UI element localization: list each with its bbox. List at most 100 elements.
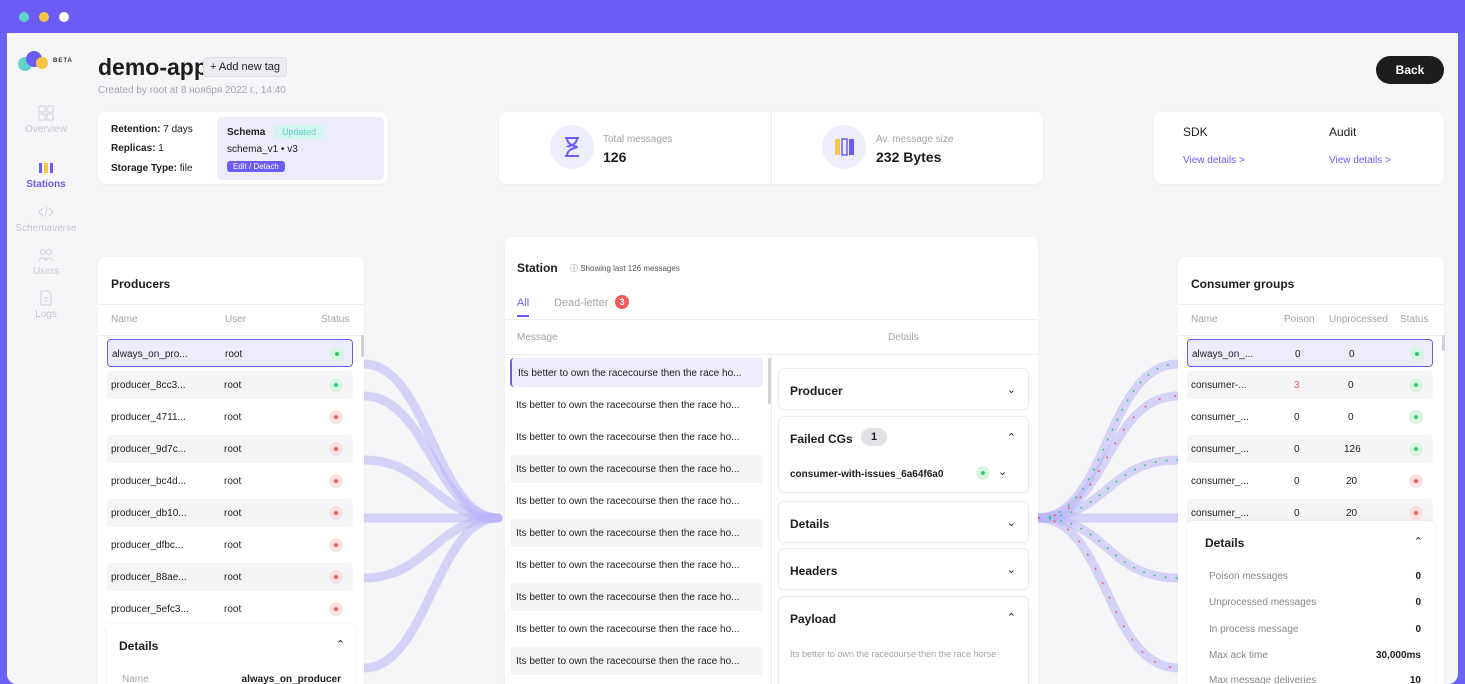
chevron-up-icon: ⌃ [1006,432,1016,444]
chevron-up-icon[interactable]: ⌃ [336,638,345,651]
producers-scrollbar[interactable] [361,335,364,357]
status-dot [329,506,343,520]
producer-row[interactable]: producer_9d7c... root [107,435,353,463]
status-dot [1409,442,1423,456]
message-row[interactable]: Its better to own the racecourse then th… [510,422,763,451]
sidebar-item-label: Overview [25,124,67,135]
consumer-row[interactable]: consumer-... 3 0 [1187,371,1433,399]
sdk-audit-card: SDK View details > Audit View details > [1154,112,1444,184]
chevron-down-icon: ⌄ [1006,564,1016,576]
replicas-info: Replicas: 1 [111,143,164,154]
sidebar-item-stations[interactable]: Stations [7,160,85,190]
window-minimize-dot[interactable] [39,12,49,22]
producer-details: Details ⌃ Name always_on_producer [107,624,355,684]
message-row[interactable]: Its better to own the racecourse then th… [510,582,763,611]
station-panel: Station ⓘ Showing last 126 messages All … [505,237,1038,684]
sidebar-item-overview[interactable]: Overview [7,105,85,135]
sidebar-item-label: Schemaverse [15,223,77,234]
producer-row[interactable]: producer_4711... root [107,403,353,431]
message-row[interactable]: Its better to own the racecourse then th… [510,486,763,515]
details-name-value: always_on_producer [241,674,341,684]
status-dot [329,410,343,424]
back-button[interactable]: Back [1376,56,1444,84]
producer-row[interactable]: producer_bc4d... root [107,467,353,495]
schema-box: Schema Updated schema_v1 • v3 Edit / Det… [217,117,384,180]
message-row[interactable]: Its better to own the racecourse then th… [510,646,763,675]
add-tag-button[interactable]: + Add new tag [203,57,288,77]
message-size-icon [822,125,866,169]
edit-detach-button[interactable]: Edit / Detach [227,161,285,172]
memphis-logo[interactable]: BETA [18,51,78,73]
flow-line-12 [1033,513,1183,673]
stats-card: Total messages 126 Av. message size 232 … [499,112,1043,184]
message-row[interactable]: Its better to own the racecourse then th… [510,358,763,387]
code-icon [38,206,54,218]
message-row[interactable]: Its better to own the racecourse then th… [510,390,763,419]
storage-info: Storage Type: file [111,163,193,174]
window-close-dot[interactable] [19,12,29,22]
total-messages-label: Total messages [603,134,673,145]
producer-row[interactable]: always_on_pro... root [107,339,353,367]
sidebar-item-users[interactable]: Users [7,247,85,277]
tab-dead-letter[interactable]: Dead-letter [554,297,608,309]
consumer-groups-panel: Consumer groups Name Poison Unprocessed … [1178,257,1444,684]
producer-accordion[interactable]: Producer ⌄ [778,368,1029,410]
producer-row[interactable]: producer_db10... root [107,499,353,527]
sdk-view-details-link[interactable]: View details > [1183,155,1245,166]
status-dot [1409,474,1423,488]
audit-view-details-link[interactable]: View details > [1329,155,1391,166]
chevron-up-icon[interactable]: ⌃ [1414,535,1423,548]
col-name: Name [1191,314,1218,325]
status-dot [329,602,343,616]
window-maximize-dot[interactable] [59,12,69,22]
station-title: Station [517,261,558,275]
consumer-row[interactable]: always_on_... 0 0 [1187,339,1433,367]
sidebar-item-logs[interactable]: Logs [7,290,85,320]
station-info-card: Retention: 7 days Replicas: 1 Storage Ty… [98,112,388,184]
message-size-value: 232 Bytes [876,149,942,165]
payload-accordion[interactable]: Payload ⌃ Its better to own the racecour… [778,596,1029,684]
app-window: BETA Overview Stations Schemaverse Users… [7,33,1458,684]
sidebar-item-schemaverse[interactable]: Schemaverse [7,204,85,234]
headers-accordion[interactable]: Headers ⌄ [778,548,1029,590]
failed-cgs-accordion[interactable]: Failed CGs 1 ⌃ consumer-with-issues_6a64… [778,416,1029,493]
failed-cgs-count: 1 [861,428,887,446]
producers-panel: Producers Name User Status always_on_pro… [98,257,364,684]
col-status: Status [1400,314,1429,325]
chevron-down-icon[interactable]: ⌄ [998,465,1007,478]
tab-all-underline [517,315,529,317]
beta-label: BETA [53,58,73,64]
message-row[interactable]: Its better to own the racecourse then th… [510,550,763,579]
chevron-down-icon: ⌄ [1006,517,1016,529]
message-row[interactable]: Its better to own the racecourse then th… [510,518,763,547]
producer-details-title: Details [119,639,159,653]
retention-info: Retention: 7 days [111,124,193,135]
sdk-title: SDK [1183,125,1208,139]
consumer-row[interactable]: consumer_... 0 0 [1187,403,1433,431]
dead-letter-count-badge: 3 [615,295,629,309]
col-unprocessed: Unprocessed [1329,314,1388,325]
consumer-row[interactable]: consumer_... 0 126 [1187,435,1433,463]
producer-row[interactable]: producer_88ae... root [107,563,353,591]
status-dot [329,474,343,488]
col-user: User [225,314,247,325]
consumer-row[interactable]: consumer_... 0 20 [1187,467,1433,495]
users-icon [38,249,54,262]
producer-row[interactable]: producer_8cc3... root [107,371,353,399]
flow-line-1 [359,359,503,523]
consumers-scrollbar[interactable] [1442,335,1445,351]
message-row[interactable]: Its better to own the racecourse then th… [510,454,763,483]
producer-row[interactable]: producer_dfbc... root [107,531,353,559]
status-dot [329,378,343,392]
flow-line-6 [359,513,503,673]
message-row[interactable]: Its better to own the racecourse then th… [510,614,763,643]
sidebar-item-label: Logs [35,309,57,320]
tab-all[interactable]: All [517,297,529,309]
details-accordion[interactable]: Details ⌄ [778,501,1029,543]
status-dot [1410,347,1424,361]
sidebar: BETA Overview Stations Schemaverse Users… [7,33,85,684]
producer-row[interactable]: producer_5efc3... root [107,595,353,623]
created-info: Created by root at 8 ноября 2022 г., 14:… [98,85,286,96]
flow-line-7 [1033,359,1183,523]
failed-cg-name[interactable]: consumer-with-issues_6a64f6a0 [790,469,943,480]
